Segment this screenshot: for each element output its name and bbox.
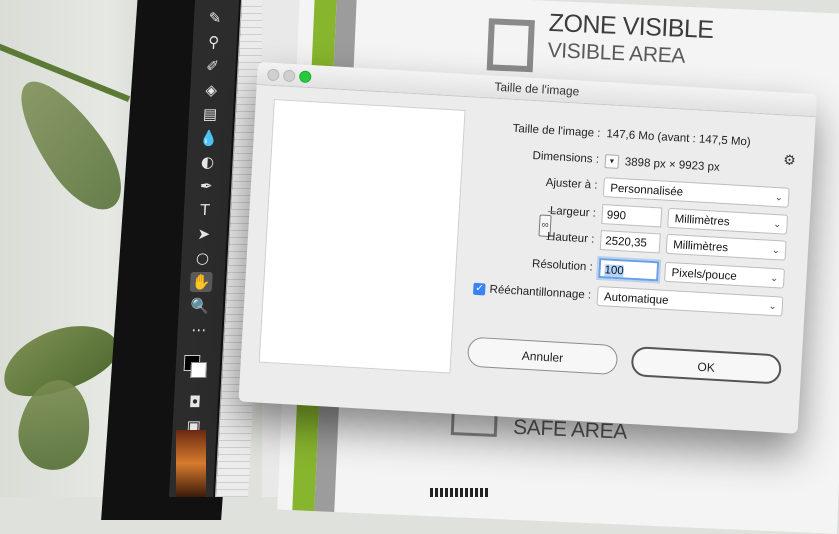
blur-icon[interactable]: 💧 [197, 128, 220, 148]
gradient-icon[interactable]: ▤ [199, 104, 222, 124]
height-unit-select[interactable]: Millimètres ⌄ [665, 233, 787, 261]
image-size-label: Taille de l'image : [512, 122, 601, 140]
height-label: Hauteur : [546, 230, 595, 246]
film-strip-mark [430, 488, 490, 497]
chevron-down-icon: ⌄ [769, 272, 779, 285]
chevron-down-icon: ⌄ [771, 244, 781, 257]
height-unit-value: Millimètres [672, 239, 729, 255]
chevron-down-icon: ⌄ [768, 300, 778, 313]
fit-to-value: Personnalisée [609, 182, 684, 199]
eraser-icon[interactable]: ◈ [200, 80, 223, 100]
chevron-down-icon: ⌄ [772, 218, 782, 231]
fit-to-select[interactable]: Personnalisée ⌄ [602, 177, 790, 208]
type-icon[interactable]: T [193, 200, 216, 220]
plant-stem [0, 40, 131, 102]
dimensions-label: Dimensions : [532, 149, 600, 166]
cancel-button[interactable]: Annuler [466, 336, 619, 376]
dimensions-row: ▾ 3898 px × 9923 px [604, 154, 720, 175]
history-brush-icon[interactable]: ✐ [201, 56, 224, 76]
zoom-icon[interactable]: 🔍 [188, 296, 211, 316]
zone-visible-box [486, 18, 535, 73]
dodge-icon[interactable]: ◐ [196, 152, 219, 172]
dimensions-value: 3898 px × 9923 px [624, 156, 720, 174]
height-input[interactable]: 2520,35 [599, 230, 661, 254]
resample-label: Rééchantillonnage : [489, 283, 592, 302]
resolution-input[interactable]: 100 [598, 257, 660, 282]
ellipse-icon[interactable]: ○ [191, 248, 214, 268]
width-unit-value: Millimètres [674, 213, 730, 229]
fit-to-label: Ajuster à : [545, 176, 598, 192]
dimensions-unit-dropdown-icon[interactable]: ▾ [604, 154, 620, 169]
stamp-icon[interactable]: ⚲ [202, 32, 225, 52]
resolution-value: 100 [604, 264, 625, 278]
chevron-down-icon: ⌄ [774, 191, 784, 204]
resample-checkbox[interactable]: ✓ [473, 282, 486, 296]
resolution-unit-select[interactable]: Pixels/pouce ⌄ [664, 261, 785, 289]
quick-mask-icon[interactable]: ◘ [183, 392, 206, 412]
settings-gear-icon[interactable]: ⚙ [783, 152, 796, 169]
image-preview[interactable] [258, 98, 466, 374]
path-select-icon[interactable]: ➤ [192, 224, 215, 244]
width-input[interactable]: 990 [601, 204, 663, 228]
more-tools-icon[interactable]: ⋯ [187, 320, 210, 340]
thumbnail-image [176, 430, 206, 497]
brush-icon[interactable]: ✎ [204, 8, 227, 28]
resample-select[interactable]: Automatique ⌄ [596, 285, 784, 317]
image-size-dialog: Taille de l'image Taille de l'image : 14… [238, 62, 818, 434]
plant-leaf [2, 66, 138, 224]
background-color-swatch[interactable] [190, 362, 208, 378]
pen-icon[interactable]: ✒ [195, 176, 218, 196]
image-size-value: 147,6 Mo (avant : 147,5 Mo) [606, 128, 751, 149]
resolution-unit-value: Pixels/pouce [671, 267, 737, 283]
ok-button[interactable]: OK [630, 346, 783, 385]
resolution-label: Résolution : [531, 258, 594, 274]
width-unit-select[interactable]: Millimètres ⌄ [667, 207, 789, 235]
resample-value: Automatique [603, 291, 669, 308]
hand-icon[interactable]: ✋ [189, 272, 213, 292]
zone-visible-subtitle: VISIBLE AREA [547, 38, 686, 68]
resample-row: ✓ Rééchantillonnage : [467, 282, 592, 302]
